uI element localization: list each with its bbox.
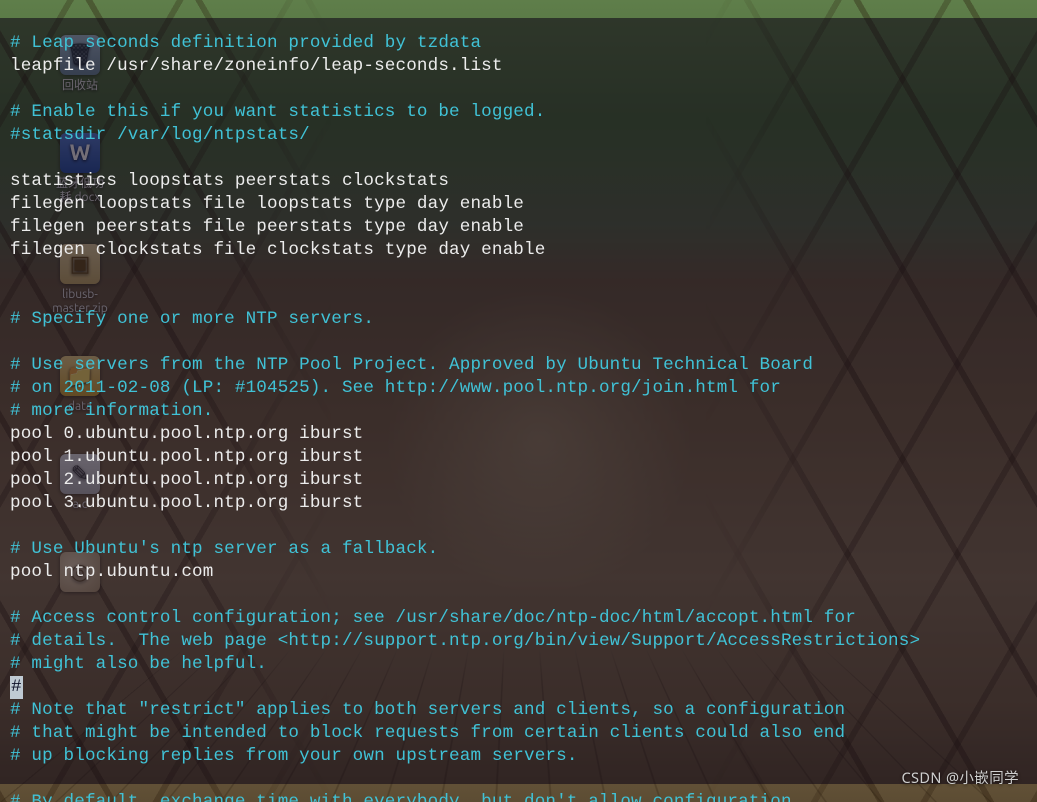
- editor-line: #: [10, 677, 23, 697]
- editor-line: # Enable this if you want statistics to …: [10, 102, 545, 122]
- editor-line: pool 2.ubuntu.pool.ntp.org iburst: [10, 470, 363, 490]
- editor-line: filegen clockstats file clockstats type …: [10, 240, 545, 260]
- editor-line: # By default, exchange time with everybo…: [10, 792, 802, 802]
- editor-line: # on 2011-02-08 (LP: #104525). See http:…: [10, 378, 781, 398]
- editor-line: # Leap seconds definition provided by tz…: [10, 33, 481, 53]
- editor-line: # Use Ubuntu's ntp server as a fallback.: [10, 539, 438, 559]
- editor-line: pool 1.ubuntu.pool.ntp.org iburst: [10, 447, 363, 467]
- editor-line: filegen loopstats file loopstats type da…: [10, 194, 524, 214]
- csdn-watermark: CSDN @小嵌同学: [901, 767, 1019, 788]
- editor-line: # up blocking replies from your own upst…: [10, 746, 578, 766]
- editor-line: pool ntp.ubuntu.com: [10, 562, 213, 582]
- editor-line: statistics loopstats peerstats clockstat…: [10, 171, 449, 191]
- editor-line: # might also be helpful.: [10, 654, 267, 674]
- editor-line: #statsdir /var/log/ntpstats/: [10, 125, 310, 145]
- editor-line: leapfile /usr/share/zoneinfo/leap-second…: [10, 56, 503, 76]
- editor-line: # more information.: [10, 401, 213, 421]
- editor-line: # Note that "restrict" applies to both s…: [10, 700, 845, 720]
- editor-cursor: #: [10, 676, 23, 699]
- editor-line: pool 3.ubuntu.pool.ntp.org iburst: [10, 493, 363, 513]
- editor-line: # Use servers from the NTP Pool Project.…: [10, 355, 813, 375]
- editor-line: # Specify one or more NTP servers.: [10, 309, 374, 329]
- editor-line: # that might be intended to block reques…: [10, 723, 845, 743]
- editor-line: pool 0.ubuntu.pool.ntp.org iburst: [10, 424, 363, 444]
- terminal-editor[interactable]: # Leap seconds definition provided by tz…: [0, 18, 1037, 785]
- editor-line: # details. The web page <http://support.…: [10, 631, 920, 651]
- editor-line: # Access control configuration; see /usr…: [10, 608, 856, 628]
- editor-line: filegen peerstats file peerstats type da…: [10, 217, 524, 237]
